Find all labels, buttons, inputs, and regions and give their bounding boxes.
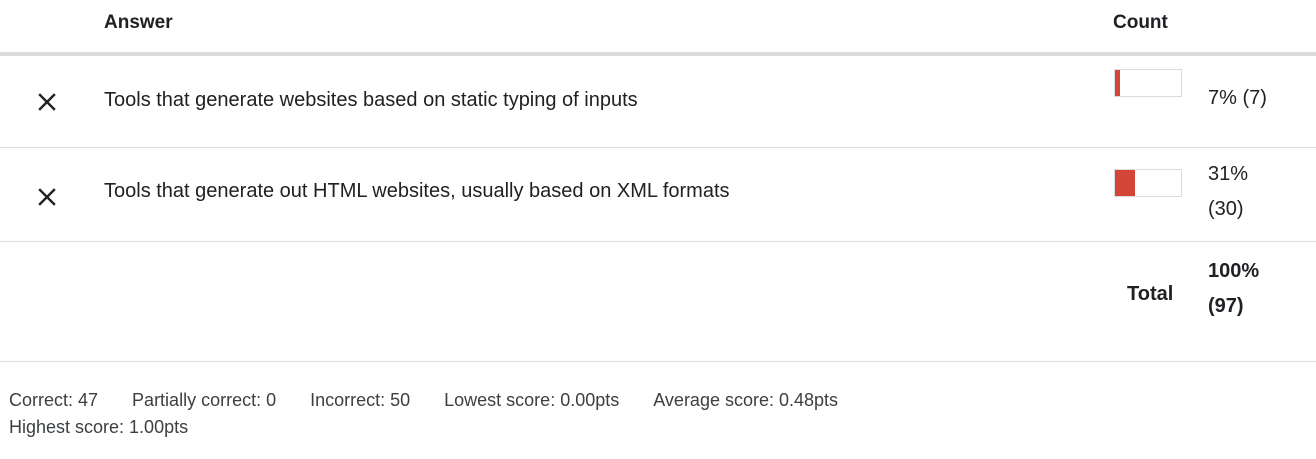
score-summary: Correct: 47 Partially correct: 0 Incorrect… <box>9 387 1259 441</box>
count-bar <box>1114 169 1182 197</box>
count-bar <box>1114 69 1182 97</box>
close-icon <box>36 91 58 113</box>
count-bar-fill <box>1115 170 1136 196</box>
count-column-header: Count <box>1113 12 1168 33</box>
total-percent: 100% <box>1208 260 1260 282</box>
count-percent: 31% <box>1208 163 1249 185</box>
total-label: Total <box>1127 283 1174 305</box>
answer-text: Tools that generate out HTML websites, u… <box>104 180 730 202</box>
count-text: 31% (30) <box>1208 157 1298 227</box>
close-icon <box>36 186 58 208</box>
correct-stat: Correct: 47 <box>9 390 99 410</box>
average-score-stat: Average score: 0.48pts <box>653 390 839 410</box>
count-bar-fill <box>1115 70 1120 96</box>
count-number: (30) <box>1208 198 1244 220</box>
answer-column-header: Answer <box>104 12 173 33</box>
table-row: Tools that generate websites based on st… <box>0 56 1316 148</box>
table-row: Tools that generate out HTML websites, u… <box>0 148 1316 242</box>
total-number: (97) <box>1208 295 1244 317</box>
answer-text: Tools that generate websites based on st… <box>104 89 638 111</box>
incorrect-stat: Incorrect: 50 <box>310 390 411 410</box>
table-header: Answer Count <box>0 0 1316 56</box>
total-count: 100% (97) <box>1208 254 1298 324</box>
partially-correct-stat: Partially correct: 0 <box>132 390 277 410</box>
lowest-score-stat: Lowest score: 0.00pts <box>444 390 620 410</box>
total-row: Total 100% (97) <box>0 242 1316 362</box>
highest-score-stat: Highest score: 1.00pts <box>9 417 189 437</box>
count-text: 7% (7) <box>1208 87 1267 109</box>
answer-table: Answer Count Tools that generate website… <box>0 0 1316 362</box>
